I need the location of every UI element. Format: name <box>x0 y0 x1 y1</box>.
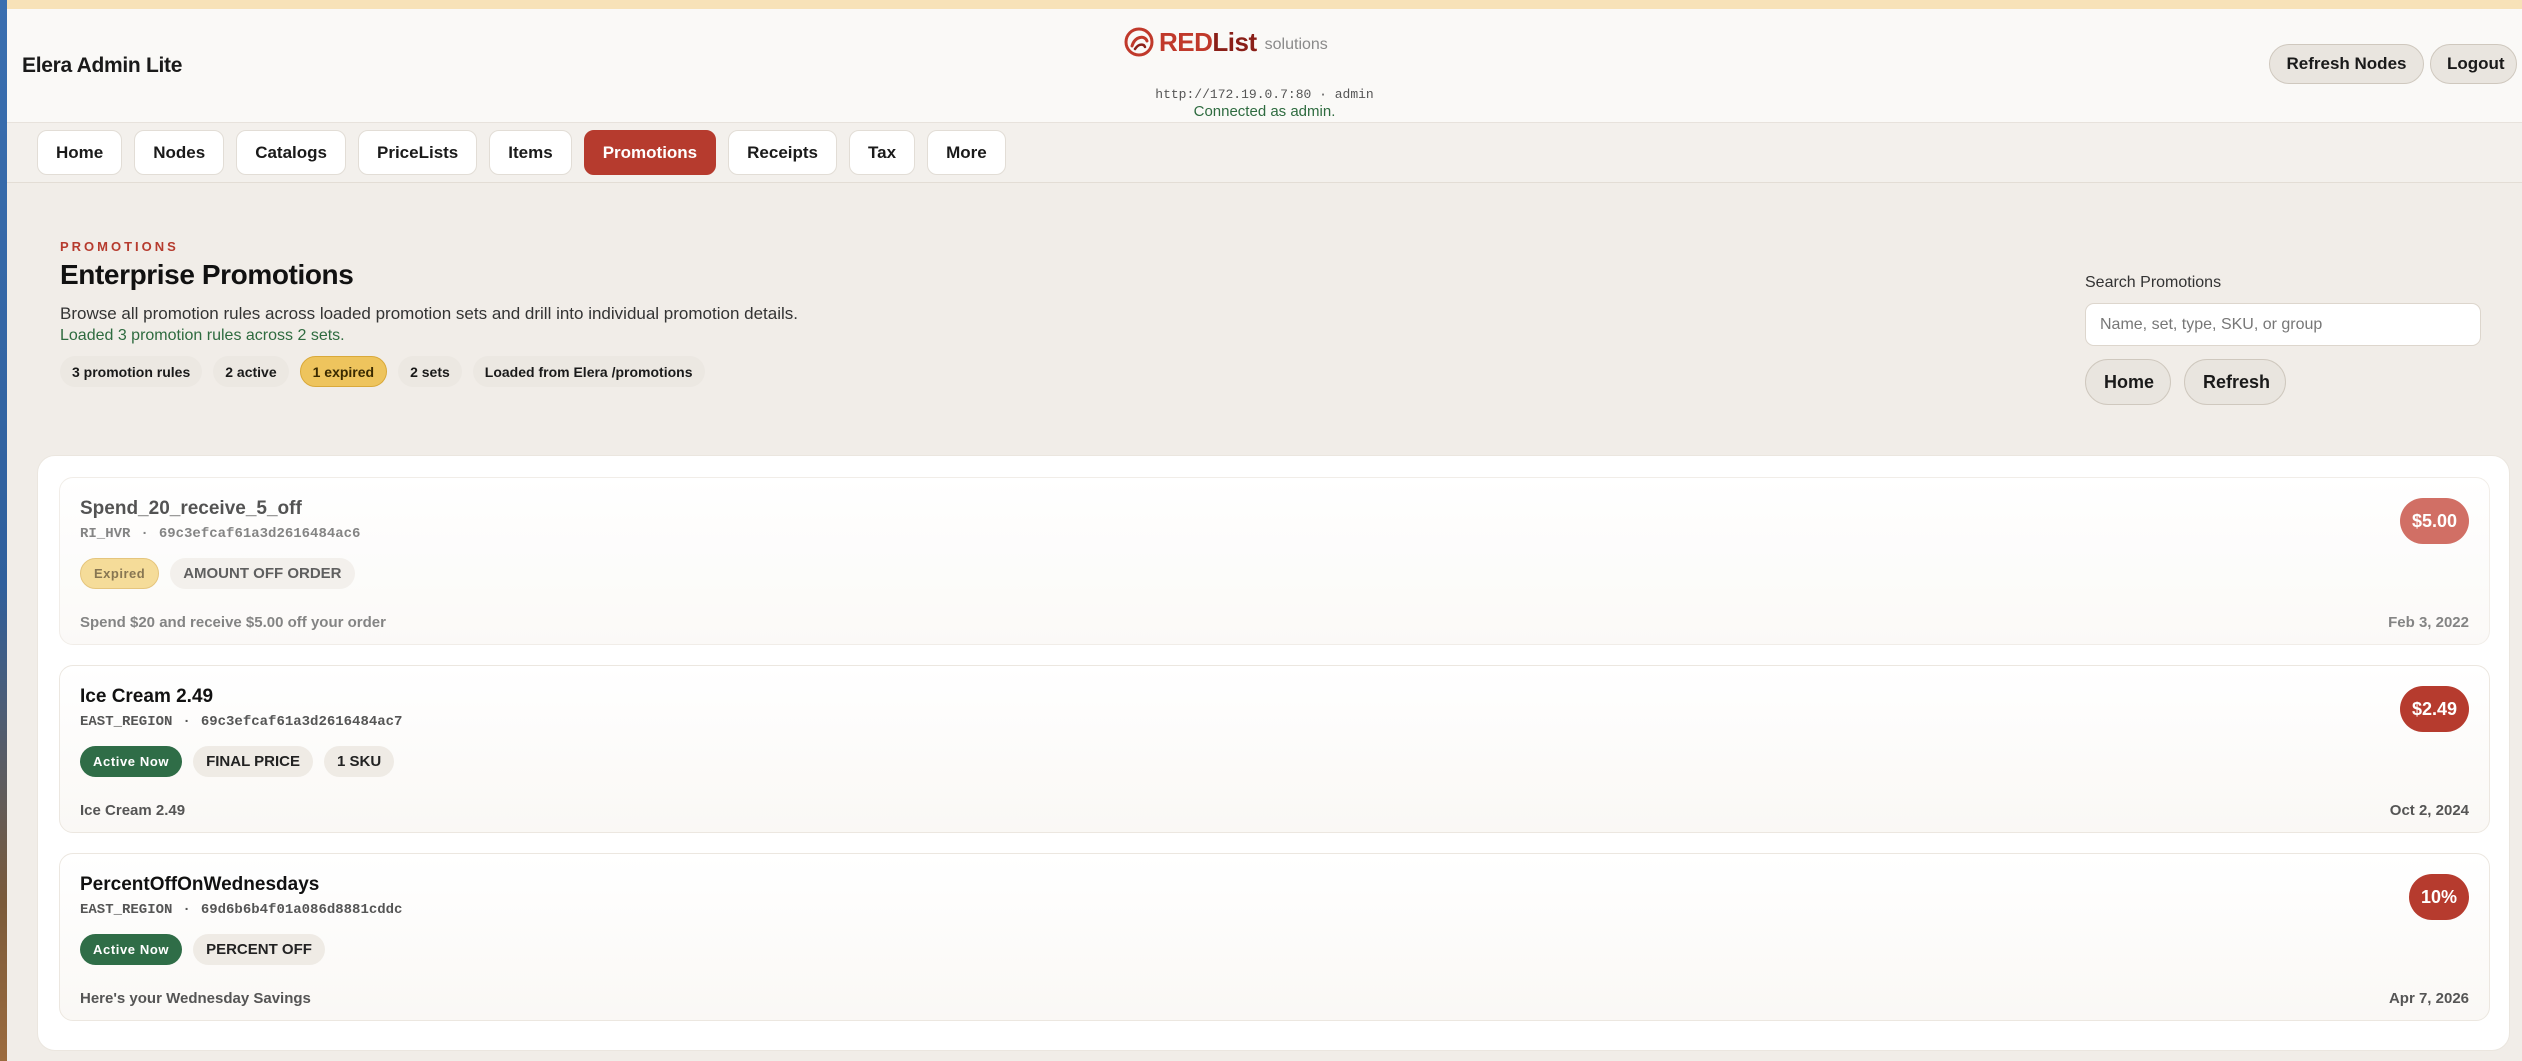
redlist-logo-icon <box>1124 27 1154 57</box>
promotion-card[interactable]: Spend_20_receive_5_off RI_HVR · 69c3efca… <box>59 477 2490 645</box>
load-status: Loaded 3 promotion rules across 2 sets. <box>60 327 345 344</box>
meta-separator: · <box>140 526 149 542</box>
nav-tax[interactable]: Tax <box>849 130 916 175</box>
page-eyebrow: PROMOTIONS <box>60 239 179 254</box>
connection-status: Connected as admin. <box>1193 103 1336 120</box>
desktop-edge <box>0 0 7 1061</box>
search-label: Search Promotions <box>2085 274 2222 291</box>
promotion-type-tag: PERCENT OFF <box>193 934 325 965</box>
promotion-set: RI_HVR <box>80 526 131 542</box>
promotion-list: Spend_20_receive_5_off RI_HVR · 69c3efca… <box>37 455 2510 1051</box>
home-button[interactable]: Home <box>2085 359 2171 405</box>
page-hero: PROMOTIONS Enterprise Promotions Browse … <box>7 183 2522 443</box>
chip-active-count: 2 active <box>213 356 289 387</box>
promotion-date: Oct 2, 2024 <box>2389 802 2469 819</box>
promotion-meta: EAST_REGION · 69d6b6b4f01a086d8881cddc <box>80 902 402 918</box>
nav-receipts[interactable]: Receipts <box>728 130 838 175</box>
promotion-type-tag: AMOUNT OFF ORDER <box>170 558 355 589</box>
promotion-meta: EAST_REGION · 69c3efcaf61a3d2616484ac7 <box>80 714 402 730</box>
page-title: Enterprise Promotions <box>60 259 354 290</box>
app-header: Elera Admin Lite REDList solutions http:… <box>7 9 2522 123</box>
page-description: Browse all promotion rules across loaded… <box>60 304 798 323</box>
promotion-date: Apr 7, 2026 <box>2388 990 2469 1007</box>
browser-top-strip <box>7 0 2522 9</box>
promotion-id: 69c3efcaf61a3d2616484ac6 <box>158 526 361 542</box>
promotion-type-tag: FINAL PRICE <box>193 746 313 777</box>
app-title: Elera Admin Lite <box>22 54 183 77</box>
nav-pricelists[interactable]: PriceLists <box>358 130 478 175</box>
promotion-set: EAST_REGION <box>80 902 173 918</box>
status-badge: Expired <box>80 558 160 589</box>
refresh-button[interactable]: Refresh <box>2184 359 2286 405</box>
promotion-value-badge: 10% <box>2408 874 2469 920</box>
promotion-set: EAST_REGION <box>80 714 173 730</box>
status-badge: Active Now <box>80 934 183 965</box>
promotion-name: Ice Cream 2.49 <box>80 686 214 707</box>
promotion-description: Ice Cream 2.49 <box>80 802 186 819</box>
refresh-nodes-button[interactable]: Refresh Nodes <box>2269 44 2424 84</box>
chip-rule-count: 3 promotion rules <box>60 356 203 387</box>
nav-home[interactable]: Home <box>37 130 123 175</box>
nav-more[interactable]: More <box>927 130 1006 175</box>
meta-separator: · <box>182 714 191 730</box>
promotion-description: Spend $20 and receive $5.00 off your ord… <box>80 614 386 631</box>
nav-nodes[interactable]: Nodes <box>134 130 225 175</box>
promotion-name: Spend_20_receive_5_off <box>80 498 302 519</box>
nav-catalogs[interactable]: Catalogs <box>236 130 346 175</box>
search-input[interactable] <box>2085 303 2481 346</box>
brand-name-red: RED <box>1159 26 1213 57</box>
connection-url: http://172.19.0.7:80 · admin <box>1155 87 1374 102</box>
promotion-id: 69d6b6b4f01a086d8881cddc <box>200 902 403 918</box>
summary-chips: 3 promotion rules 2 active 1 expired 2 s… <box>60 356 705 387</box>
chip-source: Loaded from Elera /promotions <box>472 356 705 387</box>
promotion-card[interactable]: PercentOffOnWednesdays EAST_REGION · 69d… <box>59 853 2490 1021</box>
brand-name: REDList <box>1159 27 1257 58</box>
nav-items[interactable]: Items <box>489 130 572 175</box>
promotion-id: 69c3efcaf61a3d2616484ac7 <box>200 714 403 730</box>
brand-logo: REDList solutions <box>1123 25 1328 59</box>
brand-name-dark: List <box>1212 26 1257 57</box>
promotion-name: PercentOffOnWednesdays <box>80 874 320 895</box>
promotion-card[interactable]: Ice Cream 2.49 EAST_REGION · 69c3efcaf61… <box>59 665 2490 833</box>
status-badge: Active Now <box>80 746 183 777</box>
promotion-value-badge: $5.00 <box>2399 498 2469 544</box>
nav-promotions[interactable]: Promotions <box>583 130 717 175</box>
app-window: Elera Admin Lite REDList solutions http:… <box>7 9 2522 1061</box>
meta-separator: · <box>182 902 191 918</box>
promotion-meta: RI_HVR · 69c3efcaf61a3d2616484ac6 <box>80 526 360 542</box>
chip-set-count: 2 sets <box>398 356 462 387</box>
promotion-date: Feb 3, 2022 <box>2388 614 2469 631</box>
promotion-tags: Expired AMOUNT OFF ORDER <box>80 558 355 589</box>
chip-expired-count: 1 expired <box>299 356 388 387</box>
promotion-value-badge: $2.49 <box>2399 686 2469 732</box>
promotion-description: Here's your Wednesday Savings <box>80 990 311 1007</box>
promotion-tags: Active Now FINAL PRICE 1 SKU <box>80 746 395 777</box>
promotion-tags: Active Now PERCENT OFF <box>80 934 325 965</box>
sku-count-tag: 1 SKU <box>323 746 395 777</box>
brand-subtitle: solutions <box>1264 36 1328 53</box>
main-nav: Home Nodes Catalogs PriceLists Items Pro… <box>7 123 2522 183</box>
logout-button[interactable]: Logout <box>2430 44 2517 84</box>
